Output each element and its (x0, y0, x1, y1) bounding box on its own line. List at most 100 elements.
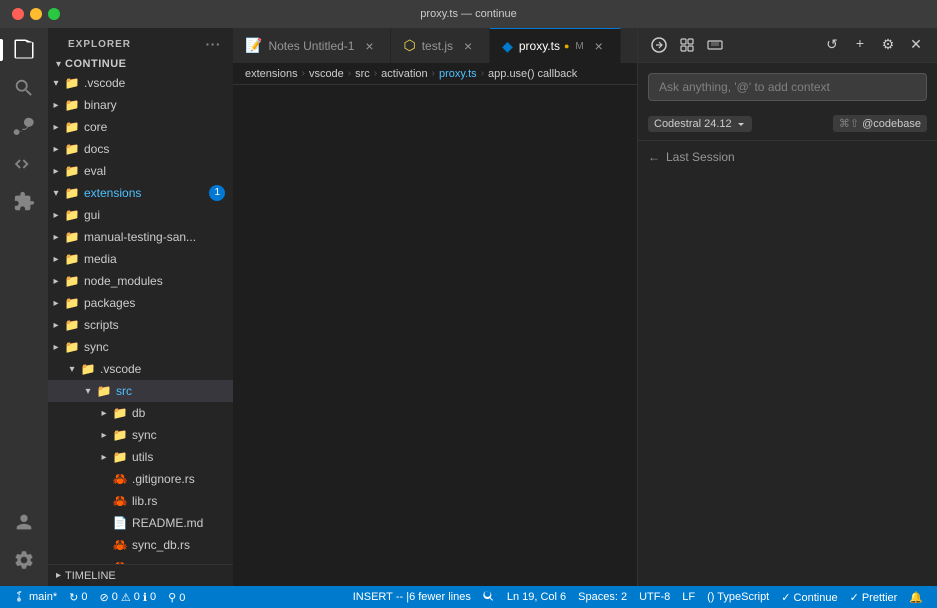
tree-item-sync-rs[interactable]: 🦀sync.rs (48, 556, 233, 564)
close-button[interactable] (12, 8, 24, 20)
tree-item-sync[interactable]: ▸📁sync (48, 424, 233, 446)
timeline-label: TIMELINE (65, 570, 116, 582)
ai-new-icon[interactable]: + (849, 34, 871, 56)
bc-src[interactable]: src (355, 68, 370, 80)
search-activity-icon[interactable] (6, 70, 42, 106)
last-session-item[interactable]: ← Last Session (648, 147, 927, 167)
bc-extensions[interactable]: extensions (245, 68, 298, 80)
prettier-status[interactable]: ✓ Prettier (844, 586, 904, 608)
eol-label: LF (682, 591, 695, 603)
accounts-activity-icon[interactable] (6, 504, 42, 540)
last-session-label: Last Session (666, 150, 735, 164)
ai-panel: ↺ + ⚙ ✕ Codestral 24.12 ⌘⇧ @codebase ← L… (637, 28, 937, 586)
sidebar-menu-icon[interactable]: ··· (206, 36, 222, 52)
bc-activation[interactable]: activation (381, 68, 427, 80)
ai-icon-1[interactable] (648, 34, 670, 56)
notifications-status[interactable]: 🔔 (903, 586, 929, 608)
main-layout: EXPLORER ··· ▾ CONTINUE ▾📁.vscode▸📁binar… (0, 28, 937, 586)
ai-session-section: ← Last Session (638, 140, 937, 173)
tree-item--vscode[interactable]: ▾📁.vscode (48, 72, 233, 94)
info-icon: ℹ (143, 591, 147, 604)
encoding-status[interactable]: UTF-8 (633, 586, 676, 608)
status-bar: main* ↻ 0 ⊘ 0 ⚠ 0 ℹ 0 ⚲ 0 INSERT -- |6 f… (0, 586, 937, 608)
testjs-tab-icon: ⬡ (403, 37, 415, 54)
ai-input-area (638, 63, 937, 111)
extensions-activity-icon[interactable] (6, 184, 42, 220)
model-selector[interactable]: Codestral 24.12 (648, 116, 752, 132)
proxyts-tab-icon: ◆ (502, 38, 513, 55)
tree-item-sync[interactable]: ▸📁sync (48, 336, 233, 358)
notes-tab-close[interactable]: × (360, 37, 378, 55)
tab-notes[interactable]: 📝 Notes Untitled-1 × (233, 28, 391, 63)
tree-item--gitignore-rs[interactable]: 🦀.gitignore.rs (48, 468, 233, 490)
tab-proxyts[interactable]: ◆ proxy.ts ● M × (490, 28, 621, 63)
code-content[interactable] (275, 85, 637, 586)
tree-item-manual-testing-san---[interactable]: ▸📁manual-testing-san... (48, 226, 233, 248)
tree-item-lib-rs[interactable]: 🦀lib.rs (48, 490, 233, 512)
at-label: @codebase (862, 118, 921, 130)
tree-item-db[interactable]: ▸📁db (48, 402, 233, 424)
proxyts-tab-label: proxy.ts (519, 39, 560, 53)
git-branch-name: main* (29, 591, 57, 603)
tree-item-docs[interactable]: ▸📁docs (48, 138, 233, 160)
ai-chat-input[interactable] (648, 73, 927, 101)
tree-item-packages[interactable]: ▸📁packages (48, 292, 233, 314)
tree-item-README-md[interactable]: 📄README.md (48, 512, 233, 534)
cursor-position: Ln 19, Col 6 (507, 591, 566, 603)
sync-status[interactable]: ↻ 0 (63, 586, 93, 608)
errors-status[interactable]: ⊘ 0 ⚠ 0 ℹ 0 (93, 586, 162, 608)
continue-status[interactable]: ✓ Continue (775, 586, 843, 608)
ai-icon-3[interactable] (704, 34, 726, 56)
tree-item-scripts[interactable]: ▸📁scripts (48, 314, 233, 336)
git-branch-status[interactable]: main* (8, 586, 63, 608)
tab-testjs[interactable]: ⬡ test.js × (391, 28, 490, 63)
bc-callback[interactable]: app.use() callback (488, 68, 577, 80)
traffic-lights (12, 8, 60, 20)
cursor-position-status[interactable]: Ln 19, Col 6 (501, 586, 572, 608)
ai-history-icon[interactable]: ↺ (821, 34, 843, 56)
proxyts-tab-modified: M (575, 41, 583, 52)
eol-status[interactable]: LF (676, 586, 701, 608)
model-name: Codestral 24.12 (654, 118, 732, 130)
ai-settings-icon[interactable]: ⚙ (877, 34, 899, 56)
spaces-status[interactable]: Spaces: 2 (572, 586, 633, 608)
testjs-tab-close[interactable]: × (459, 37, 477, 55)
tab-modified-dot: ● (564, 41, 569, 51)
continue-section-header[interactable]: ▾ CONTINUE (48, 56, 233, 72)
proxyts-tab-close[interactable]: × (590, 37, 608, 55)
bc-proxyts[interactable]: proxy.ts (439, 68, 477, 80)
timeline-section[interactable]: ▸ TIMELINE (48, 564, 233, 586)
source-control-activity-icon[interactable] (6, 108, 42, 144)
run-activity-icon[interactable] (6, 146, 42, 182)
tree-item-core[interactable]: ▸📁core (48, 116, 233, 138)
ai-model-bar: Codestral 24.12 ⌘⇧ @codebase (638, 111, 937, 140)
search-status-icon[interactable] (477, 586, 501, 608)
remote-status[interactable]: ⚲ 0 (162, 586, 191, 608)
editor-mode-status[interactable]: INSERT -- |6 fewer lines (347, 586, 477, 608)
explorer-activity-icon[interactable] (6, 32, 42, 68)
bc-vscode[interactable]: vscode (309, 68, 344, 80)
language-label: () TypeScript (707, 591, 769, 603)
ai-close-icon[interactable]: ✕ (905, 34, 927, 56)
language-status[interactable]: () TypeScript (701, 586, 775, 608)
at-codebase-btn[interactable]: ⌘⇧ @codebase (833, 115, 927, 132)
tree-item-sync-db-rs[interactable]: 🦀sync_db.rs (48, 534, 233, 556)
tree-item--vscode[interactable]: ▾📁.vscode (48, 358, 233, 380)
tree-item-media[interactable]: ▸📁media (48, 248, 233, 270)
maximize-button[interactable] (48, 8, 60, 20)
settings-activity-icon[interactable] (6, 542, 42, 578)
editor-mode: INSERT (353, 591, 393, 603)
tree-item-gui[interactable]: ▸📁gui (48, 204, 233, 226)
ai-icon-2[interactable] (676, 34, 698, 56)
tree-item-extensions[interactable]: ▾📁extensions1 (48, 182, 233, 204)
activity-bar (0, 28, 48, 586)
continue-status-label: ✓ Continue (781, 591, 837, 604)
tree-item-src[interactable]: ▾📁src (48, 380, 233, 402)
tree-item-binary[interactable]: ▸📁binary (48, 94, 233, 116)
tree-item-node-modules[interactable]: ▸📁node_modules (48, 270, 233, 292)
tree-item-utils[interactable]: ▸📁utils (48, 446, 233, 468)
ai-panel-header: ↺ + ⚙ ✕ (638, 28, 937, 63)
minimize-button[interactable] (30, 8, 42, 20)
code-editor[interactable] (233, 85, 637, 586)
tree-item-eval[interactable]: ▸📁eval (48, 160, 233, 182)
